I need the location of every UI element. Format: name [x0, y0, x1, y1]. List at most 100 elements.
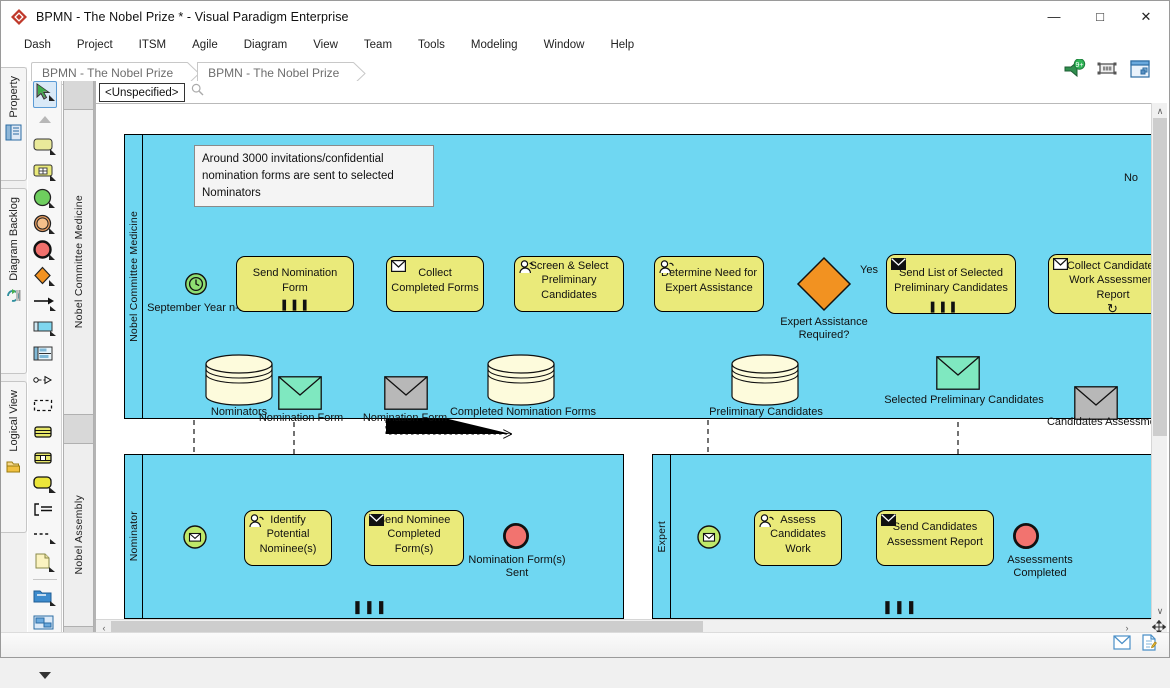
gateway-expert-assistance-required[interactable]	[796, 256, 852, 317]
sequence-flow-icon[interactable]	[28, 289, 62, 315]
breadcrumb-item-1-label: BPMN - The Nobel Prize	[42, 66, 173, 80]
sidebar-item-diagram-backlog-label: Diagram Backlog	[8, 197, 20, 281]
menu-item-modeling[interactable]: Modeling	[458, 35, 531, 55]
minimize-button[interactable]: —	[1031, 1, 1077, 32]
open-specification-icon[interactable]	[1127, 57, 1153, 81]
table-note-icon[interactable]	[28, 159, 62, 185]
gateway-icon[interactable]	[28, 263, 62, 289]
menu-item-diagram[interactable]: Diagram	[231, 35, 300, 55]
task-send-nomination-form[interactable]: Send Nomination Form ❚❚❚	[236, 256, 354, 312]
task-send-candidates-assessment-report[interactable]: Send Candidates Assessment Report	[876, 510, 994, 566]
pool-icon[interactable]	[28, 315, 62, 341]
gateway-yes-label: Yes	[852, 264, 886, 277]
menu-item-team[interactable]: Team	[351, 35, 405, 55]
window-title: BPMN - The Nobel Prize * - Visual Paradi…	[36, 10, 349, 24]
intermediate-event-icon[interactable]	[28, 211, 62, 237]
end-event-assessments-completed-label: Assessments Completed	[982, 554, 1098, 580]
menu-item-project[interactable]: Project	[64, 35, 126, 55]
note-line-3: Nominators	[202, 185, 426, 202]
menu-item-agile[interactable]: Agile	[179, 35, 231, 55]
end-event-icon[interactable]	[28, 237, 62, 263]
scroll-down-arrow[interactable]: ∨	[1152, 603, 1168, 619]
scroll-up-icon[interactable]	[28, 107, 62, 133]
data-store-preliminary-candidates[interactable]	[730, 354, 800, 411]
menu-item-view[interactable]: View	[300, 35, 351, 55]
diagram-canvas-viewport[interactable]: Nobel Committee Medicine Nominator Exper…	[96, 103, 1151, 619]
scroll-up-arrow[interactable]: ∧	[1152, 103, 1168, 119]
data-object-nomination-form-in-label: Nomination Form	[248, 412, 354, 425]
diagram-tab-nobel-assembly[interactable]: Nobel Assembly	[63, 443, 94, 627]
data-store-preliminary-candidates-label: Preliminary Candidates	[696, 406, 836, 419]
user-task-icon-3	[249, 514, 264, 533]
canvas-vertical-scrollbar[interactable]: ∧ ∨	[1151, 103, 1167, 619]
pool-nominator-label: Nominator	[128, 511, 140, 561]
application-window: BPMN - The Nobel Prize * - Visual Paradi…	[0, 0, 1170, 658]
pool-nobel-committee-medicine-label: Nobel Committee Medicine	[128, 211, 140, 342]
end-event-nomination-forms-sent[interactable]	[502, 522, 530, 555]
pool-expert-label: Expert	[656, 521, 668, 553]
group-icon[interactable]	[28, 393, 62, 419]
task-send-nominee-completed-forms[interactable]: Send Nominee Completed Form(s)	[364, 510, 464, 566]
task-determine-need-for-expert-assistance[interactable]: Determine Need for Expert Assistance	[654, 256, 764, 312]
start-event-icon[interactable]	[28, 185, 62, 211]
more-shapes-icon[interactable]	[28, 662, 62, 688]
task-screen-select-preliminary-candidates[interactable]: Screen & Select Preliminary Candidates	[514, 256, 624, 312]
shape-palette	[28, 81, 62, 637]
vertical-scroll-thumb[interactable]	[1153, 118, 1167, 436]
data-object-nomination-form-out-label: Nomination Form	[352, 412, 458, 425]
message-envelope-icon[interactable]	[1113, 635, 1131, 655]
text-annotation-note[interactable]: Around 3000 invitations/confidential nom…	[194, 145, 434, 207]
edit-document-icon[interactable]	[1141, 634, 1157, 656]
task-assess-candidates-work[interactable]: Assess Candidates Work	[754, 510, 842, 566]
data-object-selected-preliminary-candidates-label: Selected Preliminary Candidates	[876, 394, 1052, 407]
breadcrumb-item-2-label: BPMN - The Nobel Prize	[208, 66, 339, 80]
sidebar-item-diagram-backlog[interactable]: Diagram Backlog	[1, 188, 27, 374]
megaphone-notification-icon[interactable]: 9+	[1061, 57, 1087, 81]
menu-item-help[interactable]: Help	[597, 35, 647, 55]
svg-text:9+: 9+	[1076, 62, 1084, 69]
menu-item-window[interactable]: Window	[531, 35, 598, 55]
send-message-task-icon-2	[891, 258, 906, 275]
unspecified-chip[interactable]: <Unspecified>	[99, 83, 185, 102]
maximize-button[interactable]: □	[1077, 1, 1123, 32]
end-event-assessments-completed[interactable]	[1012, 522, 1040, 555]
task-identify-potential-nominees[interactable]: Identify Potential Nominee(s)	[244, 510, 332, 566]
search-icon[interactable]	[191, 83, 204, 101]
task-send-list-of-selected-preliminary-candidates[interactable]: Send List of Selected Preliminary Candid…	[886, 254, 1016, 314]
document-icon[interactable]	[28, 549, 62, 575]
data-store-completed-nomination-forms[interactable]	[486, 354, 556, 411]
sidebar-item-property[interactable]: Property	[1, 67, 27, 181]
diagram-tab-nobel-committee-medicine[interactable]: Nobel Committee Medicine	[63, 109, 94, 415]
data-object-selected-preliminary-candidates[interactable]	[936, 356, 980, 395]
sidebar-item-logical-view[interactable]: Logical View	[1, 381, 27, 533]
text-annotation-icon[interactable]	[28, 497, 62, 523]
message-flow-icon[interactable]	[28, 523, 62, 549]
task-icon[interactable]	[28, 471, 62, 497]
send-message-task-icon-5	[881, 514, 896, 531]
start-event-timer[interactable]	[184, 272, 208, 301]
task-collect-completed-forms[interactable]: Collect Completed Forms	[386, 256, 484, 312]
association-icon[interactable]	[28, 367, 62, 393]
start-event-message-expert[interactable]	[696, 524, 722, 555]
folder-icon[interactable]	[28, 584, 62, 610]
fit-to-window-icon[interactable]	[1094, 57, 1120, 81]
menu-item-dash[interactable]: Dash	[11, 35, 64, 55]
logical-view-icon	[5, 458, 22, 480]
start-event-message-nominator[interactable]	[182, 524, 208, 555]
task-collect-candidates-work-assessment-report[interactable]: Collect Candidates Work Assessment Repor…	[1048, 254, 1151, 314]
diagram-canvas: Nobel Committee Medicine Nominator Exper…	[96, 104, 1151, 619]
data-object-nomination-form-in[interactable]	[278, 376, 322, 415]
data-store-nominators[interactable]	[204, 354, 274, 411]
menu-item-tools[interactable]: Tools	[405, 35, 458, 55]
diagram-editor: <Unspecified>	[95, 81, 1167, 635]
pointer-select-icon[interactable]	[28, 81, 62, 107]
window-controls: — □ ✕	[1031, 1, 1169, 32]
data-object-icon[interactable]	[28, 445, 62, 471]
close-button[interactable]: ✕	[1123, 1, 1169, 32]
lane-icon[interactable]	[28, 341, 62, 367]
menu-item-itsm[interactable]: ITSM	[126, 35, 179, 55]
data-object-nomination-form-out[interactable]	[384, 376, 428, 415]
diagram-tab-nobel-assembly-label: Nobel Assembly	[73, 495, 85, 574]
data-store-icon[interactable]	[28, 419, 62, 445]
note-icon[interactable]	[28, 133, 62, 159]
